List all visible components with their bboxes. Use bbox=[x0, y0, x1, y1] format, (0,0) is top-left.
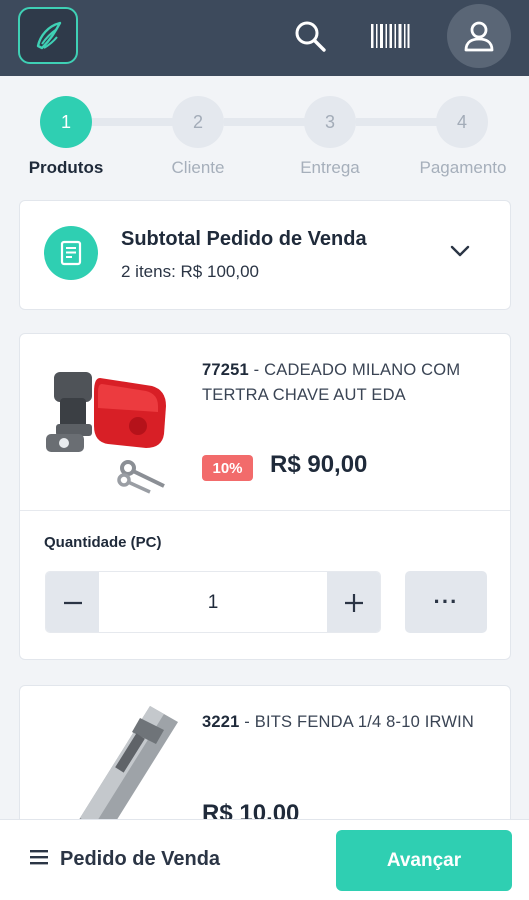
card-divider bbox=[20, 510, 510, 511]
chevron-down-icon[interactable] bbox=[448, 239, 472, 268]
product-image-padlock bbox=[42, 364, 178, 494]
step-4-label: Pagamento bbox=[419, 158, 507, 177]
app-bar bbox=[0, 0, 529, 76]
bottom-action-bar: Pedido de Venda Avançar bbox=[0, 819, 529, 900]
product-code: 77251 bbox=[202, 361, 249, 379]
product-code-separator: - bbox=[248, 361, 265, 379]
more-options-button[interactable]: ··· bbox=[405, 571, 487, 633]
barcode-icon[interactable] bbox=[362, 0, 418, 72]
product-card: 77251 - CADEADO MILANO COM TERTRA CHAVE … bbox=[19, 333, 511, 660]
step-1-label: Produtos bbox=[28, 158, 104, 177]
checkout-stepper: 1 2 3 4 Produtos Cliente Entrega Pagamen… bbox=[0, 76, 529, 186]
step-1-circle[interactable]: 1 bbox=[40, 96, 92, 148]
step-3-circle[interactable]: 3 bbox=[304, 96, 356, 148]
product-name: BITS FENDA 1/4 8-10 IRWIN bbox=[254, 713, 475, 731]
step-4-circle[interactable]: 4 bbox=[436, 96, 488, 148]
wing-logo-icon[interactable] bbox=[18, 7, 78, 64]
document-icon bbox=[44, 226, 98, 280]
step-2-label: Cliente bbox=[171, 158, 225, 177]
step-2-circle[interactable]: 2 bbox=[172, 96, 224, 148]
step-connector bbox=[92, 118, 174, 126]
step-connector bbox=[356, 118, 438, 126]
plus-icon[interactable] bbox=[327, 572, 380, 632]
subtotal-summary: 2 itens: R$ 100,00 bbox=[121, 262, 259, 281]
hamburger-menu-icon bbox=[30, 849, 48, 870]
minus-icon[interactable] bbox=[46, 572, 99, 632]
order-menu-button[interactable]: Pedido de Venda bbox=[30, 848, 220, 871]
quantity-input[interactable]: 1 bbox=[99, 572, 327, 632]
step-3-label: Entrega bbox=[300, 158, 360, 177]
search-icon[interactable] bbox=[284, 0, 336, 72]
subtotal-card[interactable]: Subtotal Pedido de Venda 2 itens: R$ 100… bbox=[19, 200, 511, 310]
product-code: 3221 bbox=[202, 713, 240, 731]
product-title: 3221 - BITS FENDA 1/4 8-10 IRWIN bbox=[202, 710, 502, 735]
product-price: R$ 90,00 bbox=[270, 451, 368, 478]
user-icon[interactable] bbox=[447, 4, 511, 68]
order-menu-label: Pedido de Venda bbox=[60, 848, 221, 870]
product-code-separator: - bbox=[239, 713, 255, 731]
discount-badge: 10% bbox=[202, 455, 253, 481]
quantity-stepper: 1 bbox=[45, 571, 381, 633]
advance-button[interactable]: Avançar bbox=[336, 830, 512, 891]
quantity-label: Quantidade (PC) bbox=[44, 534, 162, 551]
product-title: 77251 - CADEADO MILANO COM TERTRA CHAVE … bbox=[202, 358, 502, 408]
subtotal-title: Subtotal Pedido de Venda bbox=[121, 228, 367, 250]
step-connector bbox=[224, 118, 306, 126]
